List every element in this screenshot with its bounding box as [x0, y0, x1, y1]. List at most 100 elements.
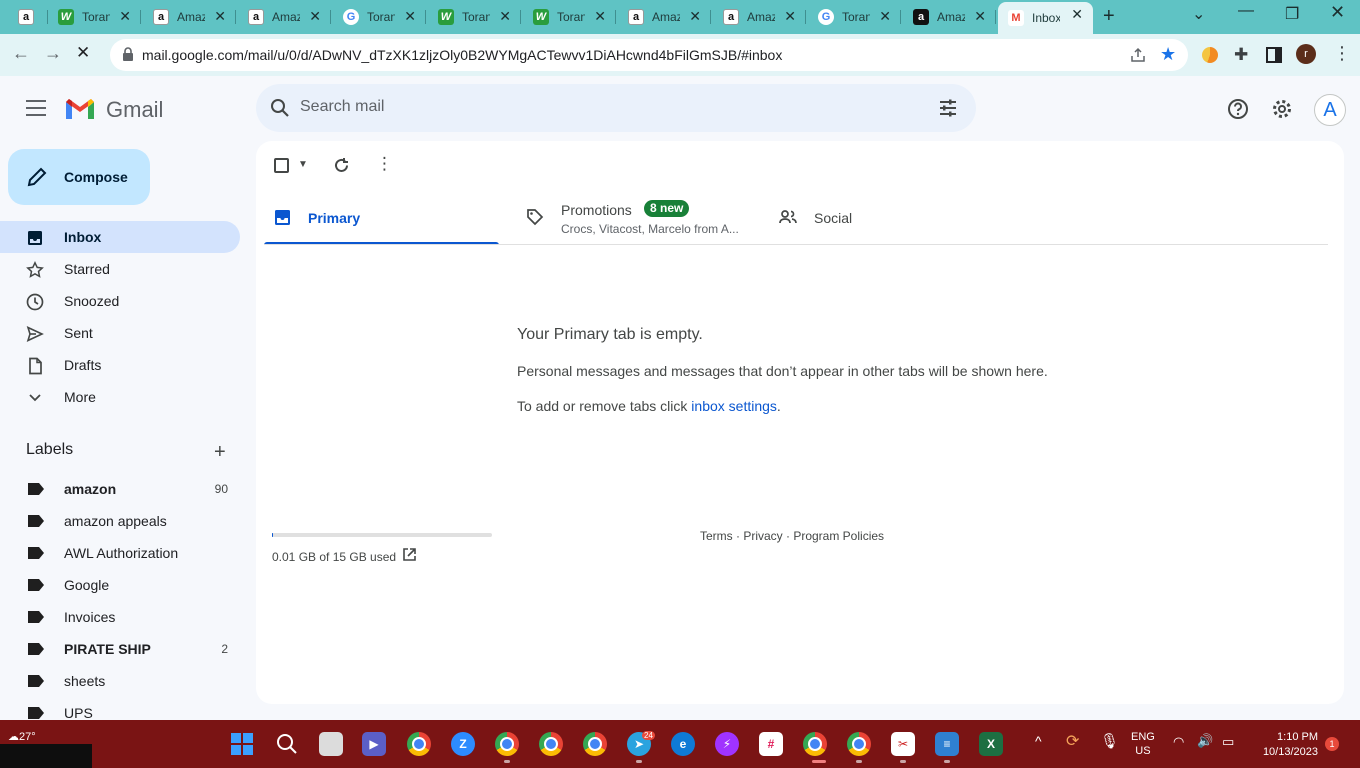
profile-avatar[interactable]: r [1296, 44, 1316, 64]
label-item[interactable]: Invoices [0, 601, 240, 633]
label-item[interactable]: amazon appeals [0, 505, 240, 537]
chrome-profile-icon[interactable] [847, 732, 871, 756]
tab-promotions[interactable]: Promotions [499, 193, 754, 245]
more-actions-icon[interactable]: ⋮ [376, 154, 393, 174]
battery-icon[interactable]: ▭ [1222, 734, 1234, 750]
weather-widget[interactable]: ☁27° [8, 730, 36, 743]
gmail-logo-icon[interactable] [64, 96, 96, 122]
browser-tab[interactable]: a Amazon ✕ [713, 4, 806, 30]
close-tab-icon[interactable]: ✕ [784, 8, 796, 25]
browser-tab[interactable]: a [8, 4, 48, 30]
search-options-icon[interactable] [938, 98, 958, 118]
tab-primary[interactable]: Primary [264, 193, 499, 245]
chrome-icon[interactable] [407, 732, 431, 756]
chrome-profile-icon[interactable] [495, 732, 519, 756]
browser-tab[interactable]: a Amazon ✕ [903, 4, 996, 30]
notification-badge[interactable]: 1 [1325, 737, 1339, 751]
close-tab-icon[interactable]: ✕ [1071, 6, 1083, 23]
browser-tab[interactable]: W Toran ✕ [523, 4, 616, 30]
browser-tab[interactable]: M Inbox ✕ [998, 2, 1093, 34]
share-icon[interactable] [1130, 47, 1146, 63]
messenger-icon[interactable]: ⚡ [715, 732, 739, 756]
close-window-icon[interactable]: ✕ [1330, 2, 1345, 23]
browser-tab[interactable]: W Toran ✕ [48, 4, 141, 30]
start-button[interactable] [230, 732, 254, 756]
search-input[interactable]: Search mail [300, 98, 384, 116]
zoom-icon[interactable]: Z [451, 732, 475, 756]
sidebar-item-more[interactable]: More [0, 381, 240, 413]
excel-icon[interactable]: X [979, 732, 1003, 756]
close-tab-icon[interactable]: ✕ [214, 8, 226, 25]
chrome-active-icon[interactable] [803, 732, 827, 756]
close-tab-icon[interactable]: ✕ [404, 8, 416, 25]
inbox-settings-link[interactable]: inbox settings [691, 398, 777, 414]
label-item[interactable]: PIRATE SHIP 2 [0, 633, 240, 665]
main-menu-icon[interactable] [26, 100, 46, 116]
sidebar-item-starred[interactable]: Starred [0, 253, 240, 285]
select-dropdown-icon[interactable]: ▼ [298, 159, 308, 170]
sidebar-item-snoozed[interactable]: Snoozed [0, 285, 240, 317]
browser-tab[interactable]: a Amazon ✕ [238, 4, 331, 30]
checkbox-icon[interactable] [274, 158, 289, 173]
select-all-checkbox[interactable] [274, 158, 289, 173]
tab-search-icon[interactable]: ⌄ [1192, 4, 1205, 24]
sidebar-item-sent[interactable]: Sent [0, 317, 240, 349]
kebab-menu-icon[interactable]: ⋮ [1333, 43, 1351, 64]
task-view-icon[interactable] [319, 732, 343, 756]
label-item[interactable]: sheets [0, 665, 240, 697]
external-link-icon[interactable] [402, 547, 417, 562]
search-bar[interactable]: Search mail [256, 84, 976, 132]
compose-button[interactable]: Compose [8, 149, 150, 205]
gear-icon[interactable] [1271, 98, 1293, 120]
sidebar-item-inbox[interactable]: Inbox [0, 221, 240, 253]
notepad-icon[interactable]: ≡ [935, 732, 959, 756]
label-item[interactable]: Google [0, 569, 240, 601]
bookmark-star-icon[interactable]: ★ [1160, 44, 1176, 65]
tab-social[interactable]: Social [754, 193, 994, 245]
slack-icon[interactable]: # [759, 732, 783, 756]
close-tab-icon[interactable]: ✕ [594, 8, 606, 25]
chevron-up-icon[interactable]: ^ [1035, 733, 1042, 749]
close-tab-icon[interactable]: ✕ [119, 8, 131, 25]
close-tab-icon[interactable]: ✕ [499, 8, 511, 25]
browser-tab[interactable]: a Amazon ✕ [143, 4, 236, 30]
chrome-profile-icon[interactable] [539, 732, 563, 756]
sync-icon[interactable]: ⟳ [1066, 731, 1079, 751]
side-panel-icon[interactable] [1266, 47, 1282, 63]
add-label-icon[interactable]: + [214, 441, 226, 464]
minimize-icon[interactable]: — [1238, 2, 1254, 20]
close-tab-icon[interactable]: ✕ [879, 8, 891, 25]
forward-icon[interactable]: → [44, 43, 62, 64]
refresh-icon[interactable] [333, 157, 350, 174]
clock[interactable]: 1:10 PM 10/13/2023 [1254, 730, 1318, 760]
input-language[interactable]: ENG US [1131, 730, 1155, 758]
close-tab-icon[interactable]: ✕ [974, 8, 986, 25]
close-tab-icon[interactable]: ✕ [309, 8, 321, 25]
stop-loading-icon[interactable]: ✕ [76, 43, 90, 63]
edge-icon[interactable]: e [671, 732, 695, 756]
footer-links[interactable]: Terms · Privacy · Program Policies [700, 529, 884, 543]
close-tab-icon[interactable]: ✕ [689, 8, 701, 25]
chrome-profile-icon[interactable] [583, 732, 607, 756]
back-icon[interactable]: ← [12, 43, 30, 64]
account-avatar[interactable]: A [1314, 94, 1346, 126]
wifi-icon[interactable]: ◠ [1173, 734, 1184, 750]
puzzle-icon[interactable]: ✚ [1234, 45, 1248, 65]
teams-icon[interactable]: ▶ [362, 732, 386, 756]
snipping-tool-icon[interactable]: ✂ [891, 732, 915, 756]
url-text[interactable]: mail.google.com/mail/u/0/d/ADwNV_dTzXK1z… [142, 47, 782, 63]
new-tab-button[interactable]: + [1103, 5, 1115, 28]
label-item[interactable]: amazon 90 [0, 473, 240, 505]
extension-icon[interactable] [1202, 47, 1218, 63]
browser-tab[interactable]: G Toran ✕ [333, 4, 426, 30]
taskbar-search-icon[interactable] [275, 732, 299, 756]
browser-tab[interactable]: a Amazon ✕ [618, 4, 711, 30]
address-bar[interactable]: mail.google.com/mail/u/0/d/ADwNV_dTzXK1z… [110, 39, 1188, 71]
browser-tab[interactable]: G Toran ✕ [808, 4, 901, 30]
label-item[interactable]: AWL Authorization [0, 537, 240, 569]
browser-tab[interactable]: W Toran ✕ [428, 4, 521, 30]
sidebar-item-drafts[interactable]: Drafts [0, 349, 240, 381]
search-icon[interactable] [270, 98, 290, 118]
restore-icon[interactable]: ❐ [1285, 4, 1299, 24]
volume-icon[interactable]: 🔊 [1197, 733, 1213, 749]
